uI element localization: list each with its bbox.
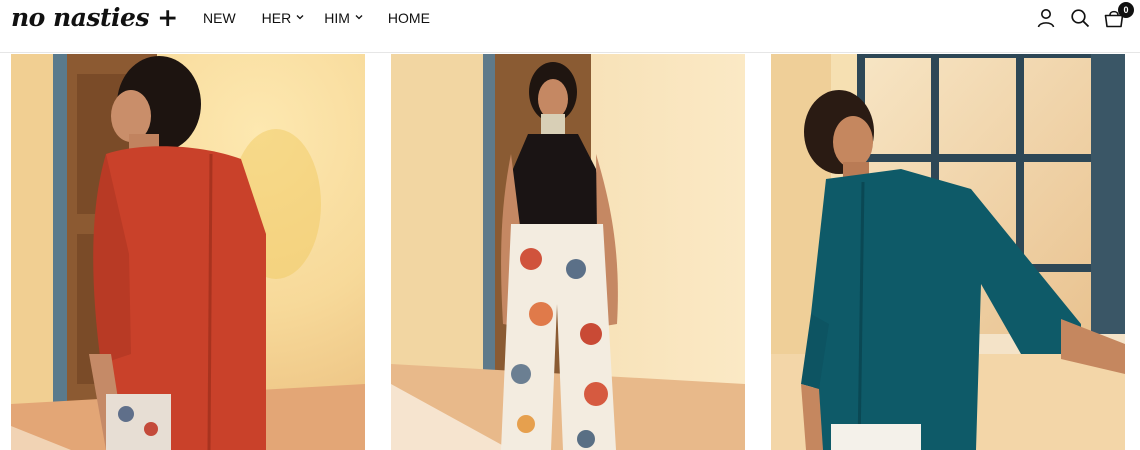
nav-item-home[interactable]: HOME xyxy=(388,10,430,26)
nav-item-her[interactable]: HER xyxy=(262,10,305,26)
chevron-down-icon xyxy=(355,15,363,20)
nav-label: HOME xyxy=(387,10,430,26)
cart-count-badge: 0 xyxy=(1118,2,1134,18)
nav-item-him[interactable]: HIM xyxy=(324,10,363,26)
search-icon[interactable] xyxy=(1069,7,1091,29)
header-icons: 0 xyxy=(1035,2,1140,33)
product-image-red-shirt xyxy=(11,54,365,450)
product-image-teal-shirt xyxy=(771,54,1125,450)
nav-label: HIM xyxy=(324,10,350,26)
main-nav: NEW HER HIM HOME xyxy=(203,10,430,26)
nav-label: HER xyxy=(261,10,292,26)
site-header: no nasties + NEW HER HIM HOME 0 xyxy=(0,0,1140,53)
product-card[interactable] xyxy=(11,54,365,450)
product-image-floral-trousers xyxy=(391,54,745,450)
nav-label: NEW xyxy=(203,10,236,26)
product-card[interactable] xyxy=(771,54,1125,450)
logo[interactable]: no nasties + xyxy=(11,3,178,33)
chevron-down-icon xyxy=(296,15,304,20)
product-card[interactable] xyxy=(391,54,745,450)
product-grid xyxy=(0,54,1140,450)
account-icon[interactable] xyxy=(1035,7,1057,29)
nav-item-new[interactable]: NEW xyxy=(203,10,236,26)
